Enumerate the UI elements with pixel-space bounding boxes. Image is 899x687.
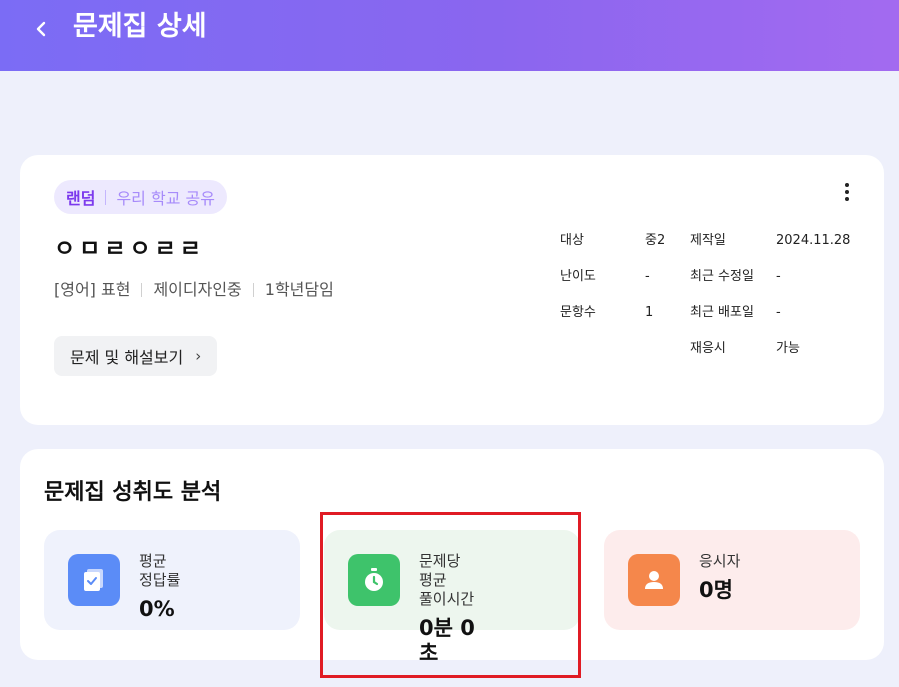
detail-target-value: 중2 — [645, 233, 666, 248]
meta-school: 제이디자인중 — [153, 280, 242, 299]
workbook-meta: [영어] 표현 제이디자인중 1학년담임 — [54, 279, 334, 301]
stat-tile-participants: 응시자 0명 — [604, 530, 860, 630]
view-questions-label: 문제 및 해설보기 — [70, 348, 184, 367]
stat-label-accuracy: 평균 정답률 — [139, 552, 181, 589]
achievement-title: 문제집 성취도 분석 — [44, 480, 222, 505]
more-options-button[interactable] — [837, 180, 857, 204]
more-vertical-icon — [845, 183, 849, 187]
detail-difficulty-label: 난이도 — [560, 269, 596, 284]
chevron-right-icon: › — [195, 347, 202, 365]
detail-distributed-label: 최근 배포일 — [690, 305, 754, 320]
detail-distributed-value: - — [776, 305, 781, 320]
view-questions-button[interactable]: 문제 및 해설보기 › — [54, 336, 218, 376]
share-tag: 랜덤 우리 학교 공유 — [54, 180, 227, 214]
chevron-left-icon — [36, 21, 46, 37]
back-button[interactable] — [28, 12, 56, 46]
detail-difficulty-value: - — [645, 269, 650, 284]
workbook-info-card: 랜덤 우리 학교 공유 ㅇㅁㄹㅇㄹㄹ [영어] 표현 제이디자인중 1학년담임 … — [20, 155, 884, 425]
highlight-box — [320, 512, 581, 678]
detail-created-value: 2024.11.28 — [776, 233, 851, 248]
page-title: 문제집 상세 — [73, 11, 207, 42]
meta-author: 1학년담임 — [264, 280, 334, 299]
detail-modified-value: - — [776, 269, 781, 284]
more-dot — [845, 190, 849, 194]
tag-school-share: 우리 학교 공유 — [116, 189, 215, 208]
tag-divider — [105, 189, 107, 205]
detail-count-label: 문항수 — [560, 305, 596, 320]
detail-count-value: 1 — [645, 305, 654, 320]
meta-divider — [252, 283, 254, 297]
stat-value-participants: 0명 — [699, 578, 733, 602]
document-check-icon — [68, 554, 120, 606]
more-dot — [845, 197, 849, 201]
meta-subject: [영어] 표현 — [54, 280, 131, 299]
detail-retake-label: 재응시 — [690, 341, 726, 356]
header-bar: 문제집 상세 — [0, 0, 899, 71]
stat-tile-accuracy: 평균 정답률 0% — [44, 530, 300, 630]
detail-target-label: 대상 — [560, 233, 584, 248]
person-icon — [628, 554, 680, 606]
detail-created-label: 제작일 — [690, 233, 726, 248]
meta-divider — [141, 283, 143, 297]
stat-value-accuracy: 0% — [139, 597, 175, 621]
tag-random: 랜덤 — [66, 189, 96, 208]
workbook-title: ㅇㅁㄹㅇㄹㄹ — [54, 236, 205, 262]
stat-label-participants: 응시자 — [699, 552, 741, 570]
detail-modified-label: 최근 수정일 — [690, 269, 754, 284]
detail-retake-value: 가능 — [776, 341, 800, 356]
